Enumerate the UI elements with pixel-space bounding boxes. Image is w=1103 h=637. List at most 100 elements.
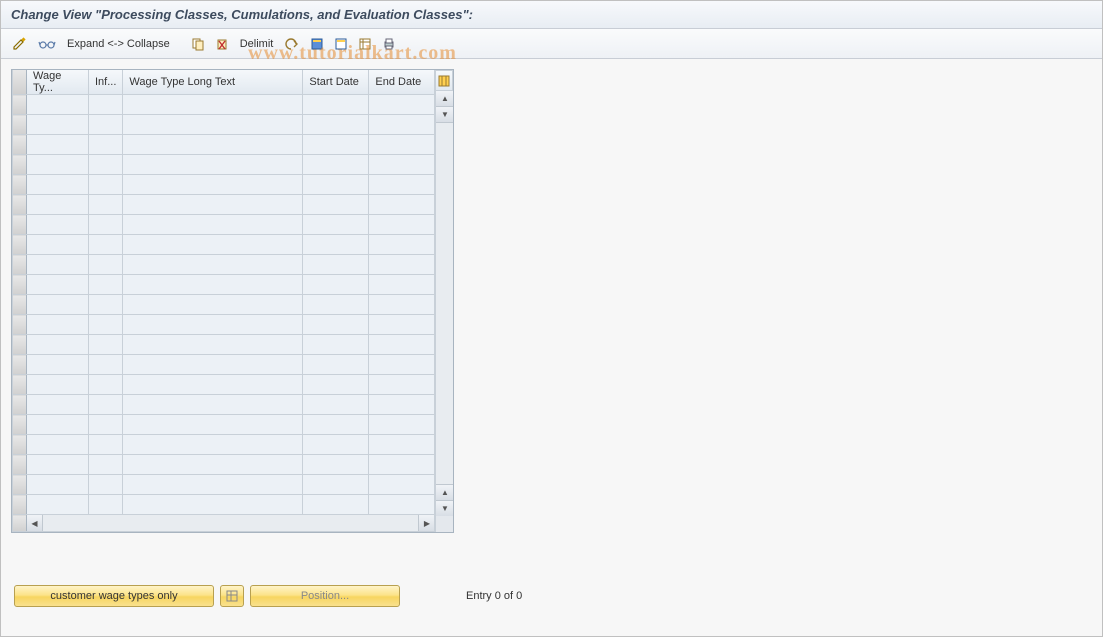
cell[interactable] xyxy=(123,355,303,375)
cell[interactable] xyxy=(303,375,369,395)
cell[interactable] xyxy=(369,375,435,395)
cell[interactable] xyxy=(27,455,89,475)
cell[interactable] xyxy=(27,435,89,455)
cell[interactable] xyxy=(369,115,435,135)
cell[interactable] xyxy=(89,275,123,295)
table-row[interactable] xyxy=(13,235,435,255)
row-selector[interactable] xyxy=(13,315,27,335)
select-all-header[interactable] xyxy=(13,70,27,95)
vscroll-track[interactable] xyxy=(436,123,453,484)
cell[interactable] xyxy=(123,195,303,215)
table-row[interactable] xyxy=(13,115,435,135)
cell[interactable] xyxy=(27,115,89,135)
position-icon-button[interactable] xyxy=(220,585,244,607)
table-row[interactable] xyxy=(13,195,435,215)
cell[interactable] xyxy=(303,275,369,295)
table-row[interactable] xyxy=(13,255,435,275)
scroll-left-icon[interactable]: ◀ xyxy=(27,515,43,531)
table-row[interactable] xyxy=(13,375,435,395)
cell[interactable] xyxy=(27,375,89,395)
cell[interactable] xyxy=(89,355,123,375)
table-row[interactable] xyxy=(13,415,435,435)
table-row[interactable] xyxy=(13,435,435,455)
cell[interactable] xyxy=(123,215,303,235)
cell[interactable] xyxy=(369,135,435,155)
row-selector[interactable] xyxy=(13,115,27,135)
cell[interactable] xyxy=(303,95,369,115)
change-pencil-icon[interactable] xyxy=(9,34,31,54)
cell[interactable] xyxy=(89,195,123,215)
cell[interactable] xyxy=(89,115,123,135)
hscroll-track[interactable] xyxy=(43,515,418,531)
row-selector[interactable] xyxy=(13,375,27,395)
cell[interactable] xyxy=(303,135,369,155)
cell[interactable] xyxy=(27,495,89,515)
position-button[interactable]: Position... xyxy=(250,585,400,607)
row-selector[interactable] xyxy=(13,475,27,495)
select-all-icon[interactable] xyxy=(307,34,327,54)
row-selector[interactable] xyxy=(13,135,27,155)
row-selector[interactable] xyxy=(13,295,27,315)
scroll-down-icon[interactable]: ▼ xyxy=(436,500,453,516)
cell[interactable] xyxy=(89,295,123,315)
cell[interactable] xyxy=(27,135,89,155)
cell[interactable] xyxy=(123,95,303,115)
cell[interactable] xyxy=(27,235,89,255)
col-start-date[interactable]: Start Date xyxy=(303,70,369,95)
cell[interactable] xyxy=(27,415,89,435)
cell[interactable] xyxy=(369,455,435,475)
table-row[interactable] xyxy=(13,355,435,375)
cell[interactable] xyxy=(89,155,123,175)
cell[interactable] xyxy=(369,175,435,195)
cell[interactable] xyxy=(89,395,123,415)
copy-icon[interactable] xyxy=(188,34,208,54)
cell[interactable] xyxy=(123,155,303,175)
cell[interactable] xyxy=(89,135,123,155)
deselect-all-icon[interactable] xyxy=(331,34,351,54)
cell[interactable] xyxy=(27,255,89,275)
cell[interactable] xyxy=(89,315,123,335)
cell[interactable] xyxy=(303,355,369,375)
cell[interactable] xyxy=(123,335,303,355)
cell[interactable] xyxy=(27,175,89,195)
cell[interactable] xyxy=(89,455,123,475)
undo-icon[interactable] xyxy=(281,34,303,54)
row-selector[interactable] xyxy=(13,255,27,275)
customer-wage-types-button[interactable]: customer wage types only xyxy=(14,585,214,607)
row-selector[interactable] xyxy=(13,335,27,355)
table-row[interactable] xyxy=(13,95,435,115)
col-end-date[interactable]: End Date xyxy=(369,70,435,95)
cell[interactable] xyxy=(369,335,435,355)
col-inf[interactable]: Inf... xyxy=(89,70,123,95)
delimit-button[interactable]: Delimit xyxy=(236,38,278,50)
cell[interactable] xyxy=(123,435,303,455)
table-row[interactable] xyxy=(13,275,435,295)
cell[interactable] xyxy=(303,235,369,255)
cell[interactable] xyxy=(89,255,123,275)
cell[interactable] xyxy=(27,395,89,415)
cell[interactable] xyxy=(27,335,89,355)
cell[interactable] xyxy=(27,155,89,175)
cell[interactable] xyxy=(303,255,369,275)
cell[interactable] xyxy=(303,155,369,175)
cell[interactable] xyxy=(369,415,435,435)
cell[interactable] xyxy=(303,495,369,515)
cell[interactable] xyxy=(27,475,89,495)
cell[interactable] xyxy=(27,355,89,375)
cell[interactable] xyxy=(369,215,435,235)
table-row[interactable] xyxy=(13,335,435,355)
glasses-icon[interactable] xyxy=(35,34,59,54)
expand-collapse-button[interactable]: Expand <-> Collapse xyxy=(63,38,174,50)
cell[interactable] xyxy=(89,335,123,355)
cell[interactable] xyxy=(89,235,123,255)
cell[interactable] xyxy=(123,175,303,195)
table-row[interactable] xyxy=(13,315,435,335)
cell[interactable] xyxy=(89,415,123,435)
cell[interactable] xyxy=(123,295,303,315)
cell[interactable] xyxy=(123,275,303,295)
cell[interactable] xyxy=(369,155,435,175)
row-selector[interactable] xyxy=(13,455,27,475)
cell[interactable] xyxy=(369,355,435,375)
cell[interactable] xyxy=(89,475,123,495)
cell[interactable] xyxy=(303,475,369,495)
